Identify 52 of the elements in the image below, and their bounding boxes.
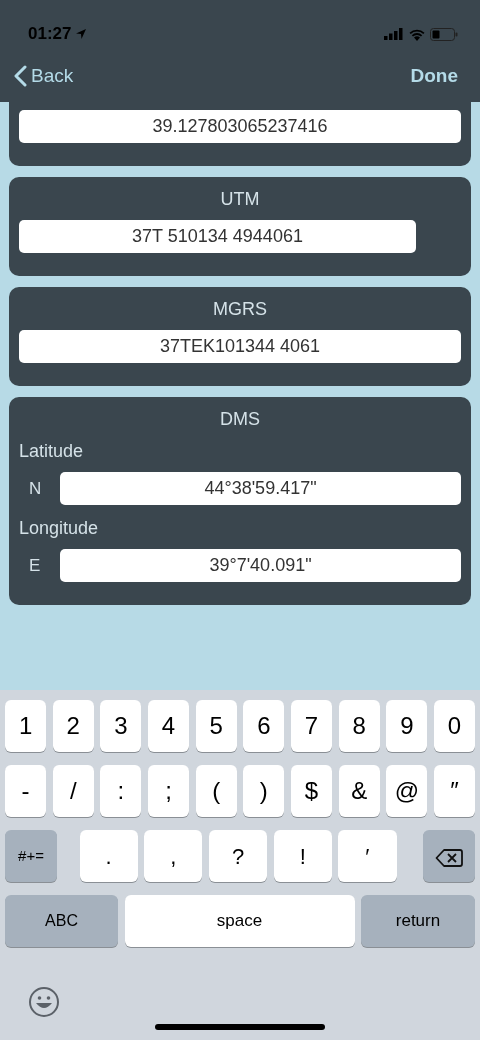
chevron-left-icon bbox=[14, 65, 27, 87]
wifi-icon bbox=[408, 27, 426, 41]
key[interactable]: ′ bbox=[338, 830, 397, 882]
location-arrow-icon bbox=[75, 28, 88, 40]
key[interactable]: 7 bbox=[290, 700, 333, 752]
key[interactable]: 1 bbox=[5, 700, 47, 752]
backspace-icon bbox=[435, 847, 463, 868]
delete-key[interactable] bbox=[423, 830, 475, 882]
key[interactable]: , bbox=[144, 830, 203, 882]
input-field[interactable]: 39°7'40.091" bbox=[60, 549, 461, 582]
section-title: UTM bbox=[219, 189, 261, 209]
back-button[interactable]: Back bbox=[14, 61, 74, 91]
key[interactable]: & bbox=[338, 765, 380, 817]
abc-key[interactable]: ABC bbox=[5, 895, 118, 947]
key[interactable]: - bbox=[5, 765, 47, 817]
hemisphere-label: N bbox=[28, 477, 43, 500]
input-field[interactable]: 39.127803065237416 bbox=[19, 110, 461, 143]
key[interactable]: $ bbox=[290, 765, 333, 817]
space-key[interactable]: space bbox=[124, 895, 355, 947]
key[interactable]: ? bbox=[208, 830, 268, 882]
key[interactable]: ) bbox=[243, 765, 285, 817]
key[interactable]: . bbox=[79, 830, 138, 882]
key[interactable]: 0 bbox=[433, 700, 476, 752]
key[interactable]: 5 bbox=[195, 700, 237, 752]
battery-icon bbox=[430, 27, 458, 41]
input-field[interactable]: 44°38'59.417" bbox=[60, 472, 461, 505]
key[interactable]: 2 bbox=[52, 700, 94, 752]
input-field[interactable]: 37TEK101344 4061 bbox=[19, 330, 461, 363]
signal-icon bbox=[384, 28, 404, 40]
key[interactable]: ! bbox=[273, 830, 332, 882]
done-button[interactable]: Done bbox=[410, 61, 458, 91]
key[interactable]: 4 bbox=[147, 700, 190, 752]
field-label: Latitude bbox=[19, 440, 85, 462]
input-field[interactable]: 37T 510134 4944061 bbox=[19, 220, 416, 253]
key[interactable]: 8 bbox=[338, 700, 380, 752]
key[interactable]: @ bbox=[386, 765, 428, 817]
key[interactable]: 9 bbox=[386, 700, 428, 752]
key[interactable]: / bbox=[52, 765, 94, 817]
section-title: MGRS bbox=[212, 299, 268, 319]
key[interactable]: 3 bbox=[100, 700, 142, 752]
key[interactable]: : bbox=[100, 765, 142, 817]
key[interactable]: ; bbox=[147, 765, 190, 817]
return-key[interactable]: return bbox=[361, 895, 475, 947]
key[interactable]: ( bbox=[195, 765, 237, 817]
hemisphere-label: E bbox=[28, 554, 42, 577]
field-label: Longitude bbox=[19, 517, 100, 539]
status-time: 01:27 bbox=[28, 23, 72, 46]
key[interactable]: 6 bbox=[243, 700, 285, 752]
symbols-key[interactable]: #+= bbox=[5, 830, 57, 882]
section-title: DMS bbox=[219, 409, 261, 429]
key[interactable]: ″ bbox=[433, 765, 476, 817]
emoji-icon[interactable] bbox=[28, 986, 60, 1018]
